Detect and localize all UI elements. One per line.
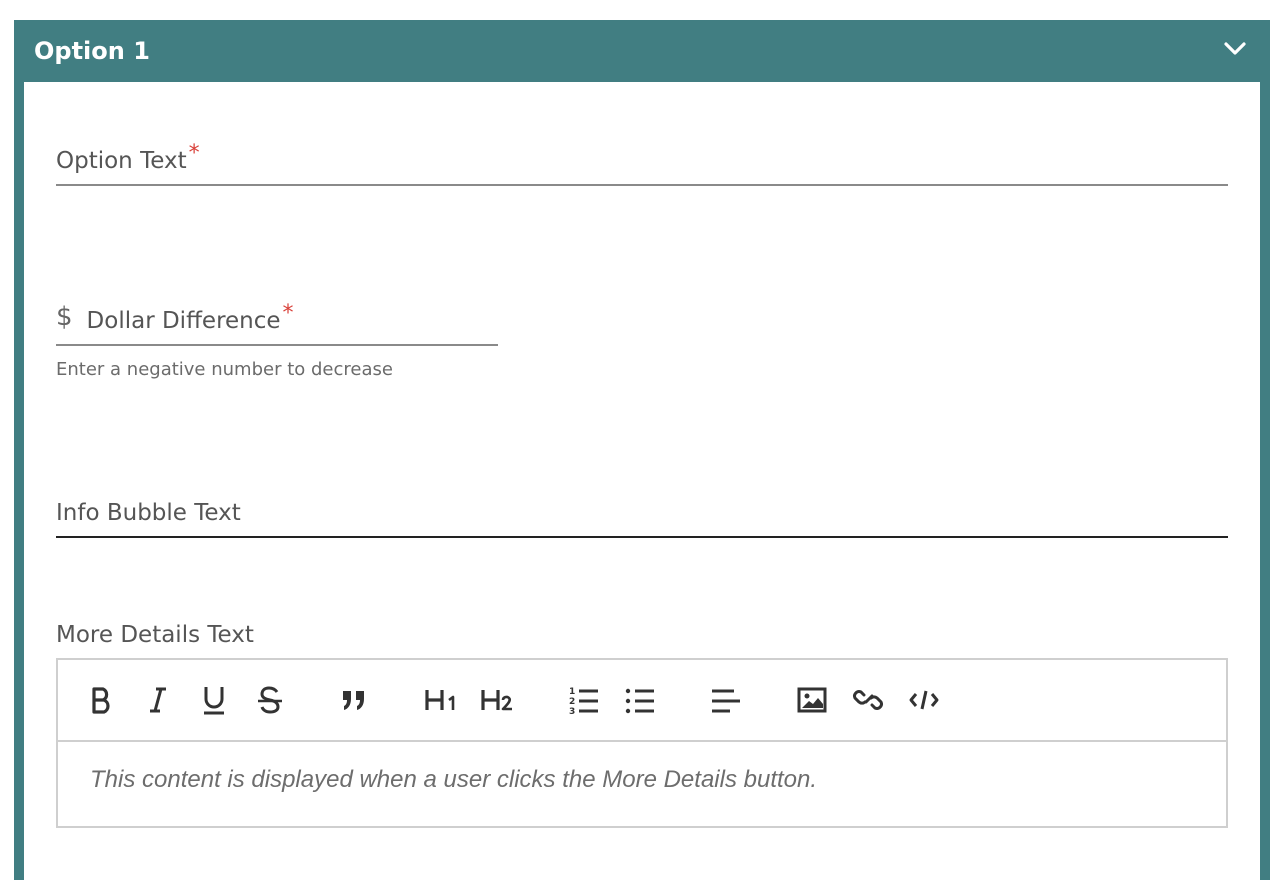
dollar-prefix: $ — [56, 302, 73, 332]
svg-text:1: 1 — [569, 687, 575, 697]
panel-header[interactable]: Option 1 — [14, 20, 1270, 82]
editor-content[interactable]: This content is displayed when a user cl… — [90, 766, 817, 794]
bullet-list-icon[interactable] — [620, 680, 660, 720]
underline-icon[interactable] — [194, 680, 234, 720]
chevron-down-icon[interactable] — [1220, 34, 1250, 64]
strikethrough-icon[interactable] — [250, 680, 290, 720]
dollar-difference-field[interactable]: $ Dollar Difference * — [56, 300, 498, 346]
blockquote-icon[interactable] — [334, 680, 374, 720]
panel-body: Option Text * $ Dollar Difference * Ente… — [24, 82, 1260, 880]
editor-toolbar: 1 2 3 — [58, 660, 1226, 742]
heading-1-icon[interactable] — [420, 680, 464, 720]
required-mark: * — [188, 141, 200, 166]
panel-title: Option 1 — [34, 37, 150, 65]
bold-icon[interactable] — [82, 680, 122, 720]
image-icon[interactable] — [792, 680, 832, 720]
link-icon[interactable] — [848, 680, 888, 720]
info-bubble-label: Info Bubble Text — [56, 500, 241, 526]
more-details-label: More Details Text — [56, 622, 254, 648]
align-left-icon[interactable] — [706, 680, 746, 720]
option-text-field[interactable]: Option Text * — [56, 141, 1228, 186]
option-panel: Option 1 Option Text * $ Dollar Differen… — [14, 20, 1270, 880]
code-icon[interactable] — [904, 680, 944, 720]
italic-icon[interactable] — [138, 680, 178, 720]
required-mark: * — [282, 301, 294, 326]
heading-2-icon[interactable] — [476, 680, 520, 720]
svg-text:3: 3 — [569, 707, 575, 715]
svg-text:2: 2 — [569, 697, 575, 707]
option-text-label: Option Text — [56, 148, 187, 174]
more-details-editor: 1 2 3 This content is displayed when a u… — [56, 658, 1228, 828]
info-bubble-field[interactable]: Info Bubble Text — [56, 494, 1228, 538]
dollar-difference-label: Dollar Difference — [86, 308, 281, 334]
dollar-difference-helper: Enter a negative number to decrease — [56, 359, 393, 380]
ordered-list-icon[interactable]: 1 2 3 — [564, 680, 604, 720]
